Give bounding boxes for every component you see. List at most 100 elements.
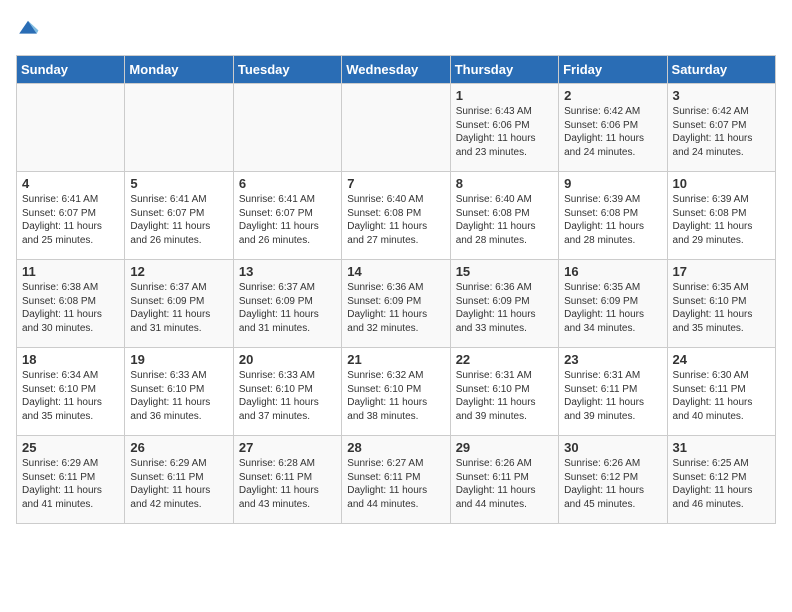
calendar-cell: 14Sunrise: 6:36 AM Sunset: 6:09 PM Dayli… — [342, 260, 450, 348]
calendar-cell: 17 Sunrise: 6:35 AM Sunset: 6:10 PM Dayli… — [667, 260, 775, 348]
day-info: Sunrise: 6:41 AM Sunset: 6:07 PM Dayligh… — [239, 193, 336, 247]
calendar-cell: 3 Sunrise: 6:42 AM Sunset: 6:07 PM Daylig… — [667, 84, 775, 172]
calendar-cell: 31 Sunrise: 6:25 AM Sunset: 6:12 PM Dayli… — [667, 436, 775, 524]
calendar-cell: 12 Sunrise: 6:37 AM Sunset: 6:09 PM Dayli… — [125, 260, 233, 348]
day-info: Sunrise: 6:39 AM Sunset: 6:08 PM Dayligh… — [673, 193, 770, 247]
calendar-cell: 11 Sunrise: 6:38 AM Sunset: 6:08 PM Dayli… — [17, 260, 125, 348]
day-info: Sunrise: 6:43 AM Sunset: 6:06 PM Dayligh… — [456, 105, 553, 159]
day-number: 13 — [239, 264, 336, 279]
day-info: Sunrise: 6:34 AM Sunset: 6:10 PM Dayligh… — [22, 369, 119, 423]
week-row-1: 1 Sunrise: 6:43 AM Sunset: 6:06 PM Daylig… — [17, 84, 776, 172]
calendar-cell: 21 Sunrise: 6:32 AM Sunset: 6:10 PM Dayli… — [342, 348, 450, 436]
day-number: 24 — [673, 352, 770, 367]
logo — [16, 16, 44, 45]
day-info: Sunrise: 6:31 AM Sunset: 6:11 PM Dayligh… — [564, 369, 661, 423]
calendar-cell: 26Sunrise: 6:29 AM Sunset: 6:11 PM Dayli… — [125, 436, 233, 524]
weekday-header-thursday: Thursday — [450, 56, 558, 84]
day-info: Sunrise: 6:37 AM Sunset: 6:09 PM Dayligh… — [130, 281, 227, 335]
day-info: Sunrise: 6:37 AM Sunset: 6:09 PM Dayligh… — [239, 281, 336, 335]
weekday-header-row: SundayMondayTuesdayWednesdayThursdayFrid… — [17, 56, 776, 84]
day-number: 17 — [673, 264, 770, 279]
calendar-cell: 22Sunrise: 6:31 AM Sunset: 6:10 PM Dayli… — [450, 348, 558, 436]
day-number: 12 — [130, 264, 227, 279]
calendar-cell: 27 Sunrise: 6:28 AM Sunset: 6:11 PM Dayli… — [233, 436, 341, 524]
calendar-cell: 2 Sunrise: 6:42 AM Sunset: 6:06 PM Daylig… — [559, 84, 667, 172]
calendar-cell: 18Sunrise: 6:34 AM Sunset: 6:10 PM Dayli… — [17, 348, 125, 436]
weekday-header-tuesday: Tuesday — [233, 56, 341, 84]
day-info: Sunrise: 6:31 AM Sunset: 6:10 PM Dayligh… — [456, 369, 553, 423]
day-number: 28 — [347, 440, 444, 455]
week-row-4: 18Sunrise: 6:34 AM Sunset: 6:10 PM Dayli… — [17, 348, 776, 436]
day-info: Sunrise: 6:35 AM Sunset: 6:09 PM Dayligh… — [564, 281, 661, 335]
day-info: Sunrise: 6:35 AM Sunset: 6:10 PM Dayligh… — [673, 281, 770, 335]
day-number: 5 — [130, 176, 227, 191]
weekday-header-friday: Friday — [559, 56, 667, 84]
day-number: 25 — [22, 440, 119, 455]
day-number: 23 — [564, 352, 661, 367]
day-number: 15 — [456, 264, 553, 279]
day-number: 6 — [239, 176, 336, 191]
day-info: Sunrise: 6:40 AM Sunset: 6:08 PM Dayligh… — [456, 193, 553, 247]
day-info: Sunrise: 6:42 AM Sunset: 6:07 PM Dayligh… — [673, 105, 770, 159]
day-number: 2 — [564, 88, 661, 103]
day-number: 21 — [347, 352, 444, 367]
weekday-header-monday: Monday — [125, 56, 233, 84]
calendar-cell: 4 Sunrise: 6:41 AM Sunset: 6:07 PM Daylig… — [17, 172, 125, 260]
day-number: 16 — [564, 264, 661, 279]
calendar-cell: 29 Sunrise: 6:26 AM Sunset: 6:11 PM Dayli… — [450, 436, 558, 524]
week-row-2: 4 Sunrise: 6:41 AM Sunset: 6:07 PM Daylig… — [17, 172, 776, 260]
day-info: Sunrise: 6:30 AM Sunset: 6:11 PM Dayligh… — [673, 369, 770, 423]
day-number: 20 — [239, 352, 336, 367]
calendar-cell — [342, 84, 450, 172]
day-number: 10 — [673, 176, 770, 191]
calendar-cell: 23 Sunrise: 6:31 AM Sunset: 6:11 PM Dayli… — [559, 348, 667, 436]
calendar-cell — [125, 84, 233, 172]
day-number: 31 — [673, 440, 770, 455]
calendar-cell: 6 Sunrise: 6:41 AM Sunset: 6:07 PM Daylig… — [233, 172, 341, 260]
logo-mark — [16, 16, 40, 45]
day-number: 1 — [456, 88, 553, 103]
day-number: 8 — [456, 176, 553, 191]
calendar-cell: 25Sunrise: 6:29 AM Sunset: 6:11 PM Dayli… — [17, 436, 125, 524]
day-number: 3 — [673, 88, 770, 103]
day-number: 11 — [22, 264, 119, 279]
day-info: Sunrise: 6:32 AM Sunset: 6:10 PM Dayligh… — [347, 369, 444, 423]
day-info: Sunrise: 6:41 AM Sunset: 6:07 PM Dayligh… — [22, 193, 119, 247]
day-number: 14 — [347, 264, 444, 279]
day-info: Sunrise: 6:36 AM Sunset: 6:09 PM Dayligh… — [456, 281, 553, 335]
day-number: 19 — [130, 352, 227, 367]
calendar-cell: 20 Sunrise: 6:33 AM Sunset: 6:10 PM Dayli… — [233, 348, 341, 436]
day-info: Sunrise: 6:29 AM Sunset: 6:11 PM Dayligh… — [130, 457, 227, 511]
weekday-header-wednesday: Wednesday — [342, 56, 450, 84]
day-info: Sunrise: 6:38 AM Sunset: 6:08 PM Dayligh… — [22, 281, 119, 335]
day-info: Sunrise: 6:42 AM Sunset: 6:06 PM Dayligh… — [564, 105, 661, 159]
calendar-cell: 15 Sunrise: 6:36 AM Sunset: 6:09 PM Dayli… — [450, 260, 558, 348]
day-info: Sunrise: 6:25 AM Sunset: 6:12 PM Dayligh… — [673, 457, 770, 511]
calendar-cell: 13 Sunrise: 6:37 AM Sunset: 6:09 PM Dayli… — [233, 260, 341, 348]
calendar-cell: 28 Sunrise: 6:27 AM Sunset: 6:11 PM Dayli… — [342, 436, 450, 524]
day-number: 27 — [239, 440, 336, 455]
day-info: Sunrise: 6:28 AM Sunset: 6:11 PM Dayligh… — [239, 457, 336, 511]
day-number: 4 — [22, 176, 119, 191]
weekday-header-saturday: Saturday — [667, 56, 775, 84]
calendar-cell — [17, 84, 125, 172]
day-info: Sunrise: 6:33 AM Sunset: 6:10 PM Dayligh… — [239, 369, 336, 423]
day-number: 30 — [564, 440, 661, 455]
calendar-cell: 19 Sunrise: 6:33 AM Sunset: 6:10 PM Dayli… — [125, 348, 233, 436]
day-info: Sunrise: 6:26 AM Sunset: 6:11 PM Dayligh… — [456, 457, 553, 511]
calendar-cell: 30Sunrise: 6:26 AM Sunset: 6:12 PM Dayli… — [559, 436, 667, 524]
day-info: Sunrise: 6:40 AM Sunset: 6:08 PM Dayligh… — [347, 193, 444, 247]
calendar-cell: 7 Sunrise: 6:40 AM Sunset: 6:08 PM Daylig… — [342, 172, 450, 260]
calendar-cell: 9Sunrise: 6:39 AM Sunset: 6:08 PM Daylig… — [559, 172, 667, 260]
page-header — [16, 16, 776, 45]
calendar-cell: 5Sunrise: 6:41 AM Sunset: 6:07 PM Daylig… — [125, 172, 233, 260]
day-info: Sunrise: 6:39 AM Sunset: 6:08 PM Dayligh… — [564, 193, 661, 247]
calendar-cell: 8 Sunrise: 6:40 AM Sunset: 6:08 PM Daylig… — [450, 172, 558, 260]
calendar-cell: 10 Sunrise: 6:39 AM Sunset: 6:08 PM Dayli… — [667, 172, 775, 260]
calendar-cell: 24 Sunrise: 6:30 AM Sunset: 6:11 PM Dayli… — [667, 348, 775, 436]
day-number: 7 — [347, 176, 444, 191]
day-info: Sunrise: 6:27 AM Sunset: 6:11 PM Dayligh… — [347, 457, 444, 511]
day-number: 29 — [456, 440, 553, 455]
day-info: Sunrise: 6:33 AM Sunset: 6:10 PM Dayligh… — [130, 369, 227, 423]
week-row-5: 25 Sunrise: 6:29 AM Sunset: 6:11 PM Dayli… — [17, 436, 776, 524]
